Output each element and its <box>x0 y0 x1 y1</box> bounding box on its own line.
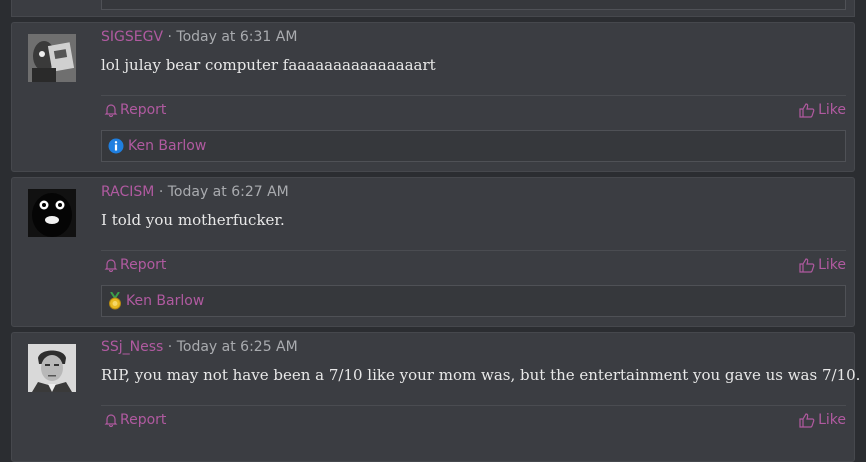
avatar[interactable] <box>28 34 76 82</box>
post-meta: SSj_Ness · Today at 6:25 AM <box>101 339 298 355</box>
meta-separator: · <box>167 29 172 45</box>
post-meta: RACISM · Today at 6:27 AM <box>101 184 289 200</box>
reaction-user-link[interactable]: Ken Barlow <box>128 138 206 154</box>
username-link[interactable]: RACISM <box>101 184 154 200</box>
meta-separator: · <box>158 184 164 200</box>
like-button[interactable]: Like <box>799 412 846 428</box>
bell-icon <box>104 104 118 117</box>
report-button[interactable]: Report <box>104 257 166 273</box>
report-button[interactable]: Report <box>104 412 166 428</box>
like-label: Like <box>818 257 846 273</box>
post: SSj_Ness · Today at 6:25 AM RIP, you may… <box>11 332 860 462</box>
avatar[interactable] <box>28 344 76 392</box>
like-button[interactable]: Like <box>799 257 846 273</box>
report-label: Report <box>120 257 167 273</box>
report-button[interactable]: Report <box>104 102 166 118</box>
medal-icon <box>109 292 121 310</box>
post-actions: Report Like <box>101 95 846 130</box>
previous-post-fragment <box>11 0 855 17</box>
like-label: Like <box>818 412 846 428</box>
post-message: I told you motherfucker. <box>101 211 285 229</box>
info-icon <box>108 138 124 154</box>
reaction-bar[interactable]: Ken Barlow <box>101 130 846 162</box>
username-link[interactable]: SIGSEGV <box>101 29 163 45</box>
previous-reaction-bar <box>101 0 846 10</box>
username-link[interactable]: SSj_Ness <box>101 339 163 355</box>
post-timestamp[interactable]: Today at 6:31 AM <box>176 29 297 45</box>
post-timestamp[interactable]: Today at 6:27 AM <box>168 184 289 200</box>
like-button[interactable]: Like <box>799 102 846 118</box>
bell-icon <box>104 259 118 272</box>
reaction-bar[interactable]: Ken Barlow <box>101 285 846 317</box>
post: SIGSEGV · Today at 6:31 AM lol julay bea… <box>11 22 855 172</box>
post-timestamp[interactable]: Today at 6:25 AM <box>177 339 298 355</box>
post-message: RIP, you may not have been a 7/10 like y… <box>101 366 861 384</box>
reaction-user-link[interactable]: Ken Barlow <box>126 293 204 309</box>
post-meta: SIGSEGV · Today at 6:31 AM <box>101 29 297 45</box>
like-label: Like <box>818 102 846 118</box>
post-actions: Report Like <box>101 250 846 285</box>
thumbs-up-icon <box>799 412 815 428</box>
avatar[interactable] <box>28 189 76 237</box>
post: RACISM · Today at 6:27 AM I told you mot… <box>11 177 855 327</box>
thumbs-up-icon <box>799 257 815 273</box>
bell-icon <box>104 414 118 427</box>
post-message: lol julay bear computer faaaaaaaaaaaaaaa… <box>101 56 436 74</box>
report-label: Report <box>120 412 167 428</box>
post-actions: Report Like <box>101 405 846 440</box>
meta-separator: · <box>167 339 173 355</box>
thumbs-up-icon <box>799 102 815 118</box>
report-label: Report <box>120 102 167 118</box>
